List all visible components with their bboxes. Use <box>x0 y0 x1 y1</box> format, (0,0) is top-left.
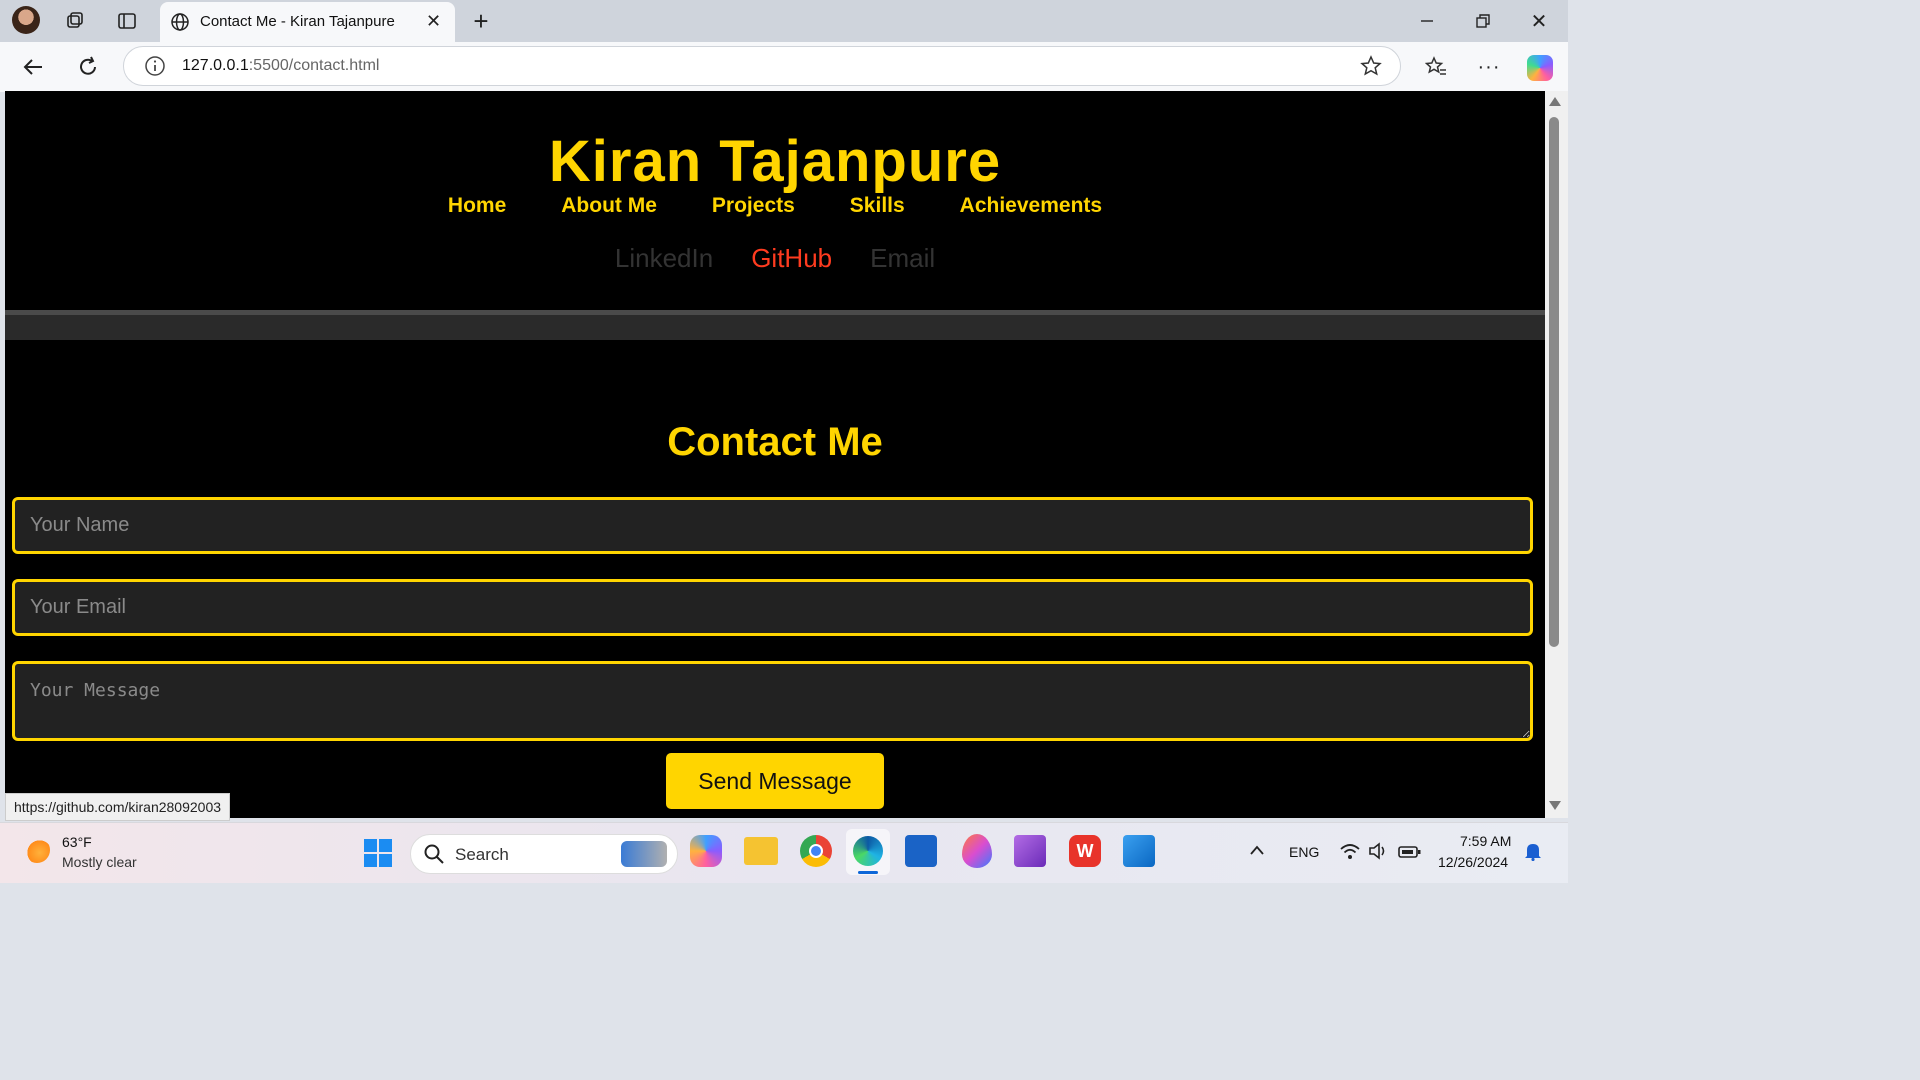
restore-icon[interactable] <box>1468 6 1498 36</box>
copilot-icon[interactable] <box>1527 55 1553 81</box>
new-tab-icon[interactable]: + <box>466 6 496 36</box>
search-icon <box>424 844 444 869</box>
clock-date[interactable]: 12/26/2024 <box>1438 854 1508 870</box>
start-windows-icon[interactable] <box>364 839 392 867</box>
profile-avatar[interactable] <box>12 6 40 34</box>
volume-icon[interactable] <box>1368 842 1390 865</box>
tab-title: Contact Me - Kiran Tajanpure <box>200 13 395 30</box>
browser-tab-bar: Contact Me - Kiran Tajanpure ✕ + ✕ <box>0 0 1568 42</box>
contact-heading: Contact Me <box>667 420 883 464</box>
email-input[interactable] <box>12 579 1533 636</box>
social-links: LinkedIn GitHub Email <box>5 243 1545 274</box>
taskbar-search-box[interactable]: Search <box>410 834 678 874</box>
address-bar[interactable]: 127.0.0.1:5500/contact.html <box>123 46 1401 86</box>
search-highlight-icon <box>621 841 667 867</box>
url-text: 127.0.0.1:5500/contact.html <box>182 57 379 75</box>
site-title: Kiran Tajanpure <box>548 129 1002 194</box>
wps-office-icon[interactable]: W <box>1069 835 1101 867</box>
browser-tab-active[interactable]: Contact Me - Kiran Tajanpure ✕ <box>160 2 455 42</box>
favorites-icon[interactable] <box>1421 52 1451 82</box>
wifi-icon[interactable] <box>1339 842 1361 865</box>
url-host: 127.0.0.1 <box>182 57 249 74</box>
scroll-thumb[interactable] <box>1549 117 1559 647</box>
close-window-icon[interactable]: ✕ <box>1524 6 1554 36</box>
weather-desc[interactable]: Mostly clear <box>62 854 137 870</box>
scroll-down-arrow-icon[interactable] <box>1549 801 1561 810</box>
globe-icon <box>170 12 190 37</box>
notification-bell-icon[interactable] <box>1524 841 1542 866</box>
file-explorer-icon[interactable] <box>744 837 778 865</box>
message-textarea[interactable] <box>12 661 1533 741</box>
main-nav: Home About Me Projects Skills Achievemen… <box>5 194 1545 218</box>
send-message-button[interactable]: Send Message <box>666 753 884 809</box>
weather-icon[interactable] <box>24 837 50 863</box>
social-linkedin-link[interactable]: LinkedIn <box>615 243 713 274</box>
close-tab-icon[interactable]: ✕ <box>426 11 441 32</box>
workspaces-icon[interactable] <box>60 6 90 36</box>
battery-icon[interactable] <box>1398 845 1422 864</box>
tray-expand-icon[interactable] <box>1249 843 1265 861</box>
vscode-icon[interactable] <box>1123 835 1155 867</box>
back-icon[interactable] <box>18 52 48 82</box>
paint-app-icon[interactable] <box>962 834 992 868</box>
edge-icon[interactable] <box>846 829 890 875</box>
nav-achievements[interactable]: Achievements <box>960 194 1102 218</box>
browser-toolbar: 127.0.0.1:5500/contact.html ··· <box>0 42 1568 92</box>
language-indicator[interactable]: ENG <box>1289 844 1319 860</box>
copilot-app-icon[interactable] <box>690 835 722 867</box>
minimize-icon[interactable] <box>1412 6 1442 36</box>
search-label: Search <box>455 845 509 864</box>
clock-time[interactable]: 7:59 AM <box>1460 833 1511 849</box>
tab-actions-icon[interactable] <box>112 6 142 36</box>
microsoft-store-icon[interactable] <box>905 835 937 867</box>
nav-about-me[interactable]: About Me <box>561 194 657 218</box>
refresh-icon[interactable] <box>73 52 103 82</box>
favorite-star-icon[interactable] <box>1360 55 1382 82</box>
visual-studio-icon[interactable] <box>1014 835 1046 867</box>
more-options-icon[interactable]: ··· <box>1474 52 1504 82</box>
scroll-up-arrow-icon[interactable] <box>1549 97 1561 106</box>
nav-home[interactable]: Home <box>448 194 506 218</box>
nav-skills[interactable]: Skills <box>850 194 905 218</box>
nav-projects[interactable]: Projects <box>712 194 795 218</box>
name-input[interactable] <box>12 497 1533 554</box>
chrome-icon[interactable] <box>800 835 832 867</box>
contact-section: Contact Me Send Message <box>5 340 1545 818</box>
link-status-tooltip: https://github.com/kiran28092003 <box>5 793 231 821</box>
web-page: Kiran Tajanpure Home About Me Projects S… <box>5 91 1545 818</box>
url-path: :5500/contact.html <box>248 57 380 74</box>
weather-temp[interactable]: 63°F <box>62 834 92 850</box>
social-email-link[interactable]: Email <box>870 243 935 274</box>
social-github-link[interactable]: GitHub <box>751 243 832 274</box>
windows-taskbar: 63°F Mostly clear Search W ENG 7:59 AM 1… <box>0 822 1568 883</box>
site-info-icon[interactable] <box>144 55 166 82</box>
header-divider <box>5 310 1545 340</box>
